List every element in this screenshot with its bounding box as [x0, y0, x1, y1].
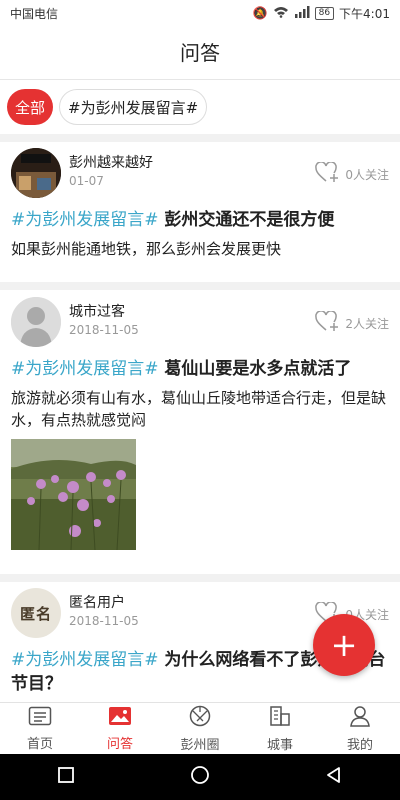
- home-icon: [28, 706, 52, 730]
- city-icon: [269, 705, 291, 731]
- system-navigation-bar: [0, 754, 400, 800]
- divider: [0, 134, 400, 142]
- follow-count: 2人关注: [345, 317, 389, 331]
- divider: [0, 282, 400, 290]
- post-body: 如果彭州能通地铁，那么彭州会发展更快: [11, 240, 282, 258]
- tab-home[interactable]: 首页: [0, 703, 80, 754]
- tab-qa[interactable]: 问答: [80, 703, 160, 754]
- signal-icon: [294, 5, 310, 21]
- post-title-text: 葛仙山要是水多点就活了: [164, 359, 352, 379]
- back-icon[interactable]: [325, 766, 343, 788]
- recent-apps-icon[interactable]: [57, 766, 75, 788]
- clock: 下午4:01: [339, 6, 390, 21]
- post-image[interactable]: [11, 439, 136, 550]
- tab-label: 彭州圈: [180, 737, 220, 753]
- follow-count: 0人关注: [345, 168, 389, 182]
- topic-tag[interactable]: #为彭州发展留言#: [11, 359, 159, 379]
- tab-profile[interactable]: 我的: [320, 703, 400, 754]
- post-date: 2018-11-05: [69, 323, 139, 337]
- qa-icon: [108, 706, 132, 730]
- topic-tag[interactable]: #为彭州发展留言#: [11, 210, 159, 230]
- profile-icon: [349, 705, 371, 731]
- post-card[interactable]: 城市过客 2018-11-05 2人关注 #为彭州发展留言# 葛仙山要是水多点就…: [0, 297, 400, 550]
- tab-label: 城事: [266, 737, 293, 753]
- post-author[interactable]: 匿名用户: [69, 592, 125, 612]
- follow-button[interactable]: 2人关注: [315, 310, 389, 336]
- tab-circle[interactable]: 彭州圈: [160, 703, 240, 754]
- filter-chip-topic[interactable]: #为彭州发展留言#: [59, 89, 208, 125]
- avatar[interactable]: [11, 148, 61, 198]
- mute-icon: 🔕: [252, 6, 268, 20]
- heart-plus-icon: [315, 310, 339, 336]
- carrier-label: 中国电信: [10, 6, 59, 21]
- tab-label: 首页: [26, 736, 53, 752]
- battery-indicator: 86: [314, 6, 335, 20]
- avatar[interactable]: [11, 297, 61, 347]
- divider: [0, 574, 400, 582]
- post-date: 2018-11-05: [69, 614, 139, 628]
- anonymous-badge: 匿名: [19, 604, 52, 623]
- post-title[interactable]: #为彭州发展留言# 葛仙山要是水多点就活了: [11, 357, 389, 381]
- tab-city[interactable]: 城事: [240, 703, 320, 754]
- tab-label: 我的: [346, 737, 373, 753]
- topic-tag[interactable]: #为彭州发展留言#: [11, 650, 159, 670]
- post-title[interactable]: #为彭州发展留言# 彭州交通还不是很方便: [11, 208, 389, 232]
- post-author[interactable]: 彭州越来越好: [69, 152, 153, 172]
- circle-icon: [189, 705, 211, 731]
- bottom-tab-bar: 首页 问答 彭州圈 城事 我的: [0, 702, 400, 754]
- post-card[interactable]: 彭州越来越好 01-07 0人关注 #为彭州发展留言# 彭州交通还不是很方便 如…: [0, 148, 400, 260]
- heart-plus-icon: [315, 161, 339, 187]
- post-date: 01-07: [69, 174, 104, 188]
- page-title: 问答: [0, 26, 400, 80]
- tab-label: 问答: [106, 736, 133, 752]
- post-body: 旅游就必须有山有水，葛仙山丘陵地带适合行走，但是缺水，有点热就感觉闷: [11, 389, 387, 429]
- filter-bar: 全部 #为彭州发展留言#: [0, 82, 400, 132]
- home-button-icon[interactable]: [190, 765, 210, 789]
- post-title-text: 彭州交通还不是很方便: [164, 210, 335, 230]
- follow-button[interactable]: 0人关注: [315, 161, 389, 187]
- filter-chip-all[interactable]: 全部: [7, 89, 54, 125]
- new-post-button[interactable]: +: [313, 614, 375, 676]
- wifi-icon: [273, 6, 289, 21]
- status-bar: 中国电信 🔕 86 下午4:01: [0, 0, 400, 26]
- post-author[interactable]: 城市过客: [69, 301, 125, 321]
- avatar[interactable]: 匿名: [11, 588, 61, 638]
